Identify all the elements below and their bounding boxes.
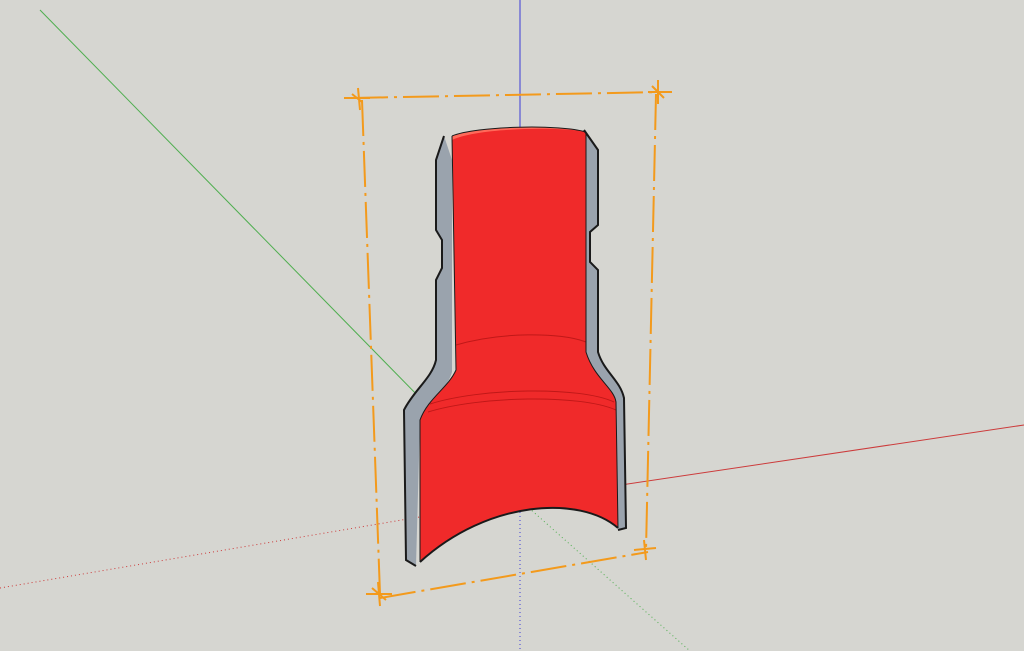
- bbox-left-edge: [361, 99, 381, 595]
- scene-canvas[interactable]: [0, 0, 1024, 651]
- pipe-adapter-model[interactable]: [402, 126, 628, 567]
- model-viewport[interactable]: [0, 0, 1024, 651]
- bbox-right-edge: [645, 93, 657, 551]
- grip-top-right[interactable]: [648, 80, 672, 104]
- grip-bottom-left[interactable]: [366, 581, 392, 607]
- grip-bottom-right[interactable]: [633, 539, 657, 561]
- grip-top-left[interactable]: [344, 87, 370, 111]
- green-axis-dotted: [519, 499, 691, 651]
- bbox-top-edge: [351, 91, 663, 99]
